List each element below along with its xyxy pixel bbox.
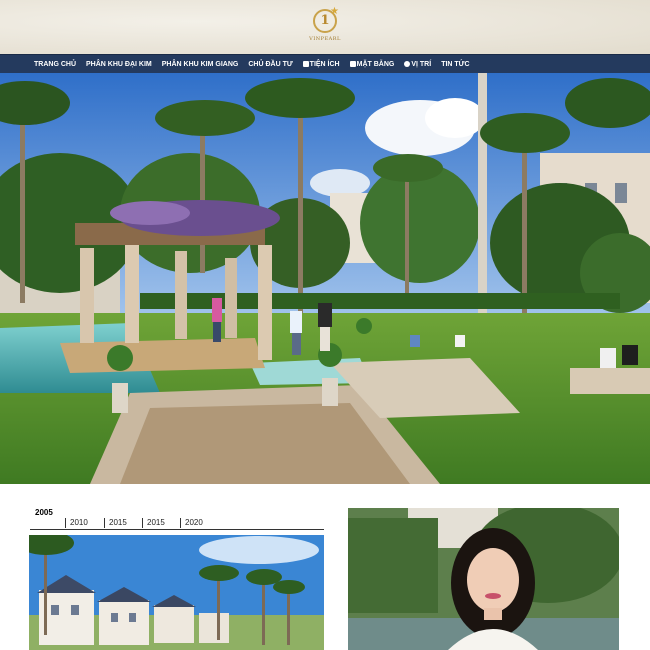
nav-label: VỊ TRÍ — [411, 60, 432, 68]
building-icon — [302, 61, 309, 67]
timeline-year[interactable]: 2015 — [142, 518, 165, 528]
nav-item-trang-chu[interactable]: TRANG CHỦ — [34, 61, 76, 68]
main-nav: TRANG CHỦ PHÂN KHU ĐẠI KIM PHÂN KHU KIM … — [0, 54, 650, 74]
nav-item-mat-bang[interactable]: MẶT BẰNG — [349, 60, 395, 68]
timeline-year[interactable]: 2020 — [180, 518, 203, 528]
logo-text: VINPEARL — [309, 36, 341, 42]
star-icon: ★ — [330, 6, 339, 17]
nav-item-vi-tri[interactable]: VỊ TRÍ — [404, 61, 431, 68]
nav-item-phan-khu-dai-kim[interactable]: PHÂN KHU ĐẠI KIM — [86, 61, 152, 68]
project-villas-image[interactable] — [29, 535, 324, 650]
nav-item-tin-tuc[interactable]: TIN TỨC — [441, 61, 469, 68]
nav-label: TIỆN ÍCH — [309, 60, 340, 68]
timeline-year[interactable]: 2015 — [104, 518, 127, 528]
timeline-year-active[interactable]: 2005 — [35, 508, 53, 517]
nav-label: CHỦ ĐẦU TƯ — [248, 60, 293, 68]
nav-label: PHÂN KHU KIM GIANG — [161, 60, 239, 68]
nav-label: TRANG CHỦ — [34, 60, 76, 68]
site-logo[interactable]: 1 ★ VINPEARL — [302, 6, 348, 47]
site-header: 1 ★ VINPEARL — [0, 0, 650, 54]
nav-label: MẶT BẰNG — [356, 60, 395, 68]
hero-image — [0, 73, 650, 484]
nav-item-chu-dau-tu[interactable]: CHỦ ĐẦU TƯ — [248, 61, 292, 68]
globe-icon — [404, 61, 411, 67]
nav-label: TIN TỨC — [441, 60, 470, 68]
nav-item-phan-khu-kim-giang[interactable]: PHÂN KHU KIM GIANG — [162, 61, 239, 68]
history-timeline: 2005 2010 2015 2015 2020 — [30, 507, 324, 530]
timeline-year[interactable]: 2010 — [65, 518, 88, 528]
nav-item-tien-ich[interactable]: TIỆN ÍCH — [302, 60, 340, 68]
grid-icon — [349, 61, 356, 67]
developer-portrait-image[interactable] — [348, 508, 619, 650]
nav-label: PHÂN KHU ĐẠI KIM — [86, 60, 152, 68]
